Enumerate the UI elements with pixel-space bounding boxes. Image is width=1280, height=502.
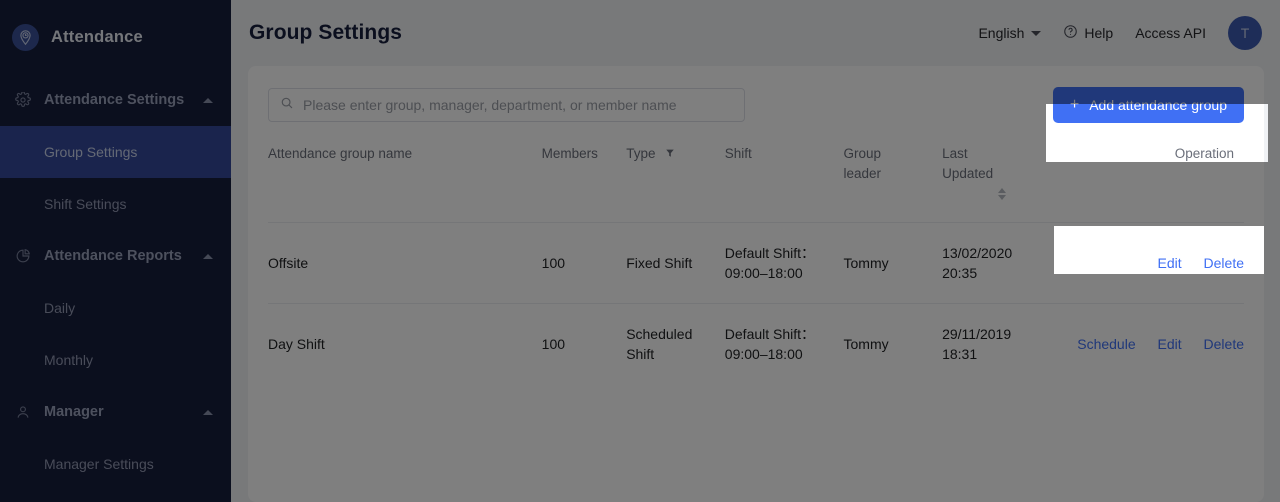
cell-operations: Schedule Edit Delete bbox=[1052, 303, 1244, 384]
topbar-actions: English Help Access API T bbox=[978, 16, 1262, 50]
cell-operations: Edit Delete bbox=[1052, 222, 1244, 304]
col-header-last-updated: Last Updated bbox=[942, 144, 1053, 223]
edit-link[interactable]: Edit bbox=[1158, 336, 1182, 352]
cell-shift: Default Shift： 09:00–18:00 bbox=[724, 222, 844, 304]
chevron-up-icon bbox=[203, 253, 213, 259]
filter-icon[interactable] bbox=[665, 146, 675, 161]
search-input[interactable] bbox=[303, 97, 733, 113]
schedule-link[interactable]: Schedule bbox=[1077, 336, 1135, 352]
col-header-members: Members bbox=[541, 146, 598, 161]
edit-link[interactable]: Edit bbox=[1158, 255, 1182, 271]
add-attendance-group-label: Add attendance group bbox=[1089, 97, 1227, 113]
main-area: Group Settings English Help Access API T… bbox=[231, 0, 1280, 502]
chevron-down-icon bbox=[1031, 30, 1042, 36]
sidebar-item-group-settings[interactable]: Group Settings bbox=[0, 126, 231, 178]
chevron-up-icon bbox=[203, 97, 213, 103]
cell-shift: Default Shift： 09:00–18:00 bbox=[724, 303, 844, 384]
sidebar-item-monthly[interactable]: Monthly bbox=[0, 334, 231, 386]
delete-link[interactable]: Delete bbox=[1204, 255, 1244, 271]
sidebar-item-label: Manager Settings bbox=[44, 456, 154, 472]
sidebar-group-label: Manager bbox=[44, 404, 104, 420]
language-label: English bbox=[978, 25, 1025, 41]
sort-toggle-last-updated[interactable] bbox=[998, 188, 1007, 201]
gear-icon bbox=[14, 92, 31, 109]
cell-type: Fixed Shift bbox=[626, 222, 725, 304]
search-box[interactable] bbox=[268, 88, 745, 122]
cell-members: 100 bbox=[541, 303, 627, 384]
table-header-row: Attendance group name Members Type Shift bbox=[268, 144, 1244, 223]
brand-label: Attendance bbox=[51, 27, 143, 46]
search-icon bbox=[280, 96, 294, 115]
chevron-up-icon bbox=[203, 409, 213, 415]
topbar: Group Settings English Help Access API T bbox=[231, 0, 1280, 66]
table-row[interactable]: Day Shift 100 Scheduled Shift Default Sh… bbox=[268, 303, 1244, 384]
plus-icon: + bbox=[1069, 96, 1080, 113]
help-button[interactable]: Help bbox=[1063, 24, 1113, 42]
sidebar-item-daily[interactable]: Daily bbox=[0, 282, 231, 334]
cell-type: Scheduled Shift bbox=[626, 303, 725, 384]
sidebar-group-attendance-settings[interactable]: Attendance Settings bbox=[0, 74, 231, 126]
sidebar-group-attendance-reports[interactable]: Attendance Reports bbox=[0, 230, 231, 282]
sidebar: Attendance Attendance Settings Group Set… bbox=[0, 0, 231, 502]
pie-chart-icon bbox=[14, 248, 31, 265]
col-header-type-label: Type bbox=[626, 146, 656, 161]
avatar-initial: T bbox=[1240, 25, 1250, 41]
cell-group-leader: Tommy bbox=[843, 222, 943, 304]
content-card: + Add attendance group Attendance group … bbox=[248, 66, 1264, 502]
sidebar-group-label: Attendance Reports bbox=[44, 248, 182, 264]
brand[interactable]: Attendance bbox=[0, 0, 231, 74]
sidebar-item-manager-settings[interactable]: Manager Settings bbox=[0, 438, 231, 490]
col-header-group-leader: Group leader bbox=[843, 146, 882, 181]
sidebar-item-shift-settings[interactable]: Shift Settings bbox=[0, 178, 231, 230]
col-header-type[interactable]: Type bbox=[626, 144, 725, 223]
help-label: Help bbox=[1084, 25, 1114, 41]
sidebar-item-label: Monthly bbox=[44, 352, 94, 368]
delete-link[interactable]: Delete bbox=[1204, 336, 1244, 352]
table-row[interactable]: Offsite 100 Fixed Shift Default Shift： 0… bbox=[268, 222, 1244, 304]
page-title: Group Settings bbox=[249, 21, 403, 44]
cell-group-name: Offsite bbox=[268, 222, 542, 304]
col-header-operation: Operation bbox=[1174, 146, 1234, 161]
cell-group-name: Day Shift bbox=[268, 303, 542, 384]
table-body: Offsite 100 Fixed Shift Default Shift： 0… bbox=[268, 222, 1244, 384]
col-header-group-name: Attendance group name bbox=[268, 146, 413, 161]
sidebar-group-manager[interactable]: Manager bbox=[0, 386, 231, 438]
cell-group-leader: Tommy bbox=[843, 303, 943, 384]
avatar[interactable]: T bbox=[1228, 16, 1262, 50]
col-header-last-updated-label: Last Updated bbox=[942, 146, 994, 181]
sidebar-item-label: Daily bbox=[44, 300, 76, 316]
language-selector[interactable]: English bbox=[978, 25, 1042, 41]
clock-pin-icon bbox=[12, 23, 39, 51]
sidebar-group-label: Attendance Settings bbox=[44, 92, 185, 108]
app-root: Attendance Attendance Settings Group Set… bbox=[0, 0, 1280, 502]
card-toolbar: + Add attendance group bbox=[268, 87, 1244, 123]
sidebar-item-label: Shift Settings bbox=[44, 196, 127, 212]
col-header-shift: Shift bbox=[724, 146, 752, 161]
attendance-groups-table: Attendance group name Members Type Shift bbox=[268, 144, 1244, 384]
access-api-label: Access API bbox=[1135, 25, 1206, 41]
cell-members: 100 bbox=[541, 222, 627, 304]
user-icon bbox=[14, 404, 31, 421]
access-api-link[interactable]: Access API bbox=[1135, 25, 1206, 41]
cell-last-updated: 13/02/2020 20:35 bbox=[942, 222, 1053, 304]
question-circle-icon bbox=[1063, 24, 1078, 42]
cell-last-updated: 29/11/2019 18:31 bbox=[942, 303, 1053, 384]
table-header: Attendance group name Members Type Shift bbox=[268, 144, 1244, 223]
sidebar-item-label: Group Settings bbox=[44, 144, 138, 160]
add-attendance-group-button[interactable]: + Add attendance group bbox=[1052, 87, 1244, 123]
